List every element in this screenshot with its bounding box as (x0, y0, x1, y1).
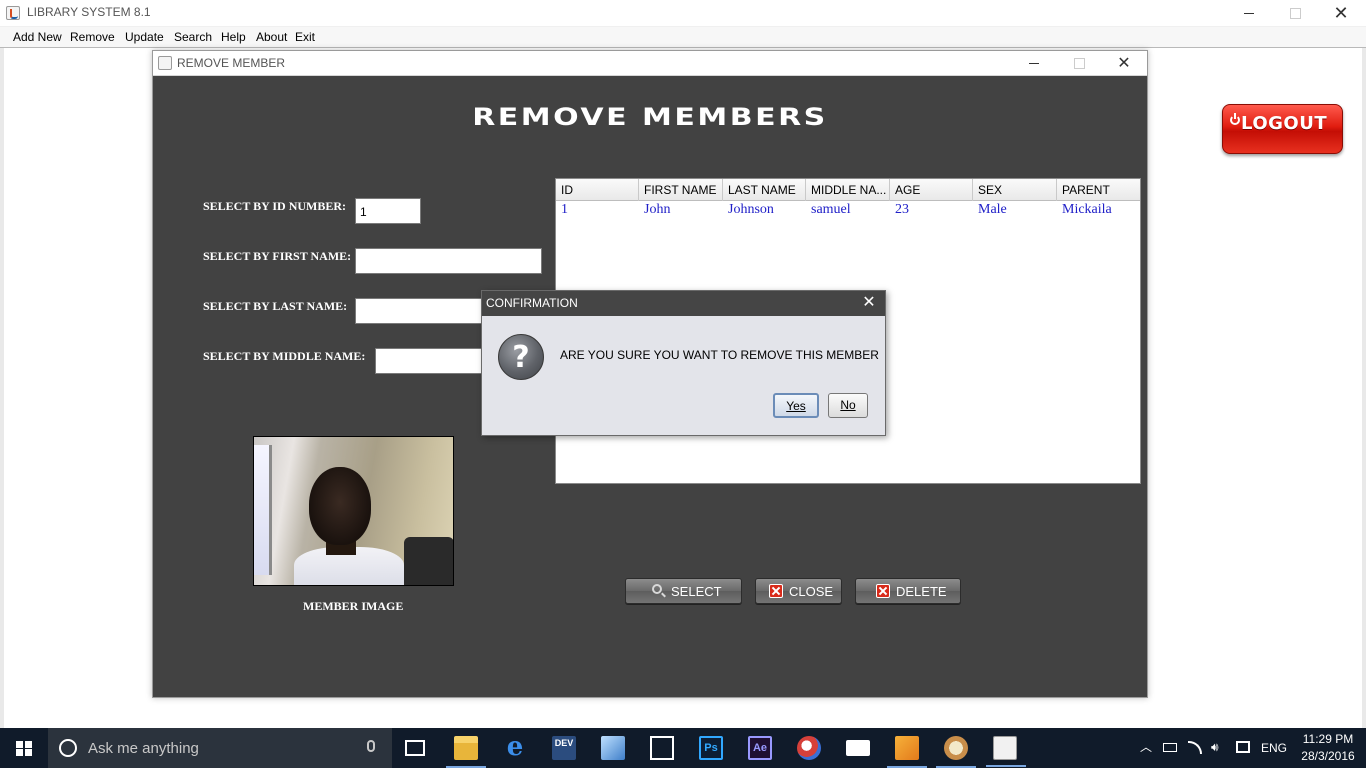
menu-exit[interactable]: Exit (295, 30, 315, 44)
menu-update[interactable]: Update (125, 30, 164, 44)
member-photo (253, 436, 454, 586)
column-header-middle-name[interactable]: MIDDLE NA... (806, 179, 890, 201)
column-header-parent[interactable]: PARENT (1057, 179, 1140, 201)
first-name-input[interactable] (355, 248, 542, 274)
virtualbox-icon[interactable] (601, 736, 625, 760)
member-image-label: MEMBER IMAGE (303, 599, 404, 613)
question-icon: ? (498, 334, 544, 380)
wifi-icon[interactable] (1188, 741, 1202, 754)
last-name-label: SELECT BY LAST NAME: (203, 299, 348, 313)
store-icon[interactable] (650, 736, 674, 760)
volume-icon[interactable]: 🔊︎ (1211, 741, 1225, 754)
dialog-message: ARE YOU SURE YOU WANT TO REMOVE THIS MEM… (560, 348, 879, 362)
microphone-icon[interactable] (367, 740, 375, 752)
minimize-button[interactable] (1011, 51, 1057, 76)
menu-about[interactable]: About (256, 30, 287, 44)
no-button[interactable]: No (828, 393, 868, 418)
id-number-input[interactable]: 1 (355, 198, 421, 224)
battery-icon[interactable] (1163, 743, 1177, 752)
dialog-close-button[interactable]: ✕ (859, 293, 879, 313)
delete-button[interactable]: DELETE (855, 578, 961, 604)
id-number-label: SELECT BY ID NUMBER: (203, 199, 347, 213)
cell-sex[interactable]: Male (973, 202, 1012, 220)
java-icon[interactable] (986, 736, 1026, 767)
clock-date[interactable]: 28/3/2016 (1300, 749, 1356, 763)
column-header-sex[interactable]: SEX (973, 179, 1057, 201)
cortana-search-box[interactable]: Ask me anything (48, 728, 392, 768)
taskbar: Ask me anything e DEV Ps Ae ︿ 🔊︎ ENG 11:… (0, 728, 1366, 768)
cell-last-name[interactable]: Johnson (723, 202, 779, 220)
yes-button[interactable]: Yes (773, 393, 819, 418)
task-view-icon[interactable] (405, 740, 425, 756)
clock-time[interactable]: 11:29 PM (1300, 732, 1356, 746)
cell-first-name[interactable]: John (639, 202, 675, 220)
cell-age[interactable]: 23 (890, 202, 914, 220)
java-app-icon (158, 56, 172, 70)
mail-icon[interactable] (846, 740, 870, 756)
close-window-button[interactable]: ✕ (1101, 51, 1147, 76)
column-header-first-name[interactable]: FIRST NAME (639, 179, 723, 201)
close-button[interactable]: CLOSE (755, 578, 842, 604)
confirmation-dialog: CONFIRMATION ✕ ? ARE YOU SURE YOU WANT T… (481, 290, 886, 436)
minimize-button[interactable] (1226, 0, 1272, 27)
edge-icon[interactable]: e (503, 734, 527, 760)
search-icon (652, 584, 662, 594)
photoshop-icon[interactable]: Ps (699, 736, 723, 760)
media-player-icon[interactable] (887, 736, 927, 768)
browser-icon[interactable] (797, 736, 821, 760)
input-language[interactable]: ENG (1261, 741, 1287, 755)
cell-parent[interactable]: Mickaila (1057, 202, 1117, 220)
cell-middle-name[interactable]: samuel (806, 202, 856, 220)
first-name-label: SELECT BY FIRST NAME: (203, 249, 352, 263)
window-titlebar: REMOVE MEMBER ✕ (153, 51, 1147, 76)
menu-bar: Add New Remove Update Search Help About … (0, 27, 1366, 48)
action-center-icon[interactable] (1236, 741, 1250, 753)
app-titlebar: LIBRARY SYSTEM 8.1 ✕ (0, 0, 1366, 27)
menu-remove[interactable]: Remove (70, 30, 115, 44)
java-app-icon (6, 6, 20, 20)
column-header-age[interactable]: AGE (890, 179, 973, 201)
close-window-button[interactable]: ✕ (1318, 0, 1364, 27)
dialog-titlebar: CONFIRMATION ✕ (482, 291, 885, 316)
window-title: REMOVE MEMBER (177, 56, 286, 70)
page-title: REMOVE MEMBERS (472, 103, 828, 131)
close-icon (769, 584, 783, 598)
maximize-button[interactable] (1056, 51, 1102, 76)
delete-icon (876, 584, 890, 598)
menu-add-new[interactable]: Add New (13, 30, 62, 44)
cell-id[interactable]: 1 (556, 202, 573, 220)
menu-help[interactable]: Help (221, 30, 246, 44)
middle-name-label: SELECT BY MIDDLE NAME: (203, 349, 366, 363)
column-header-last-name[interactable]: LAST NAME (723, 179, 806, 201)
app-title: LIBRARY SYSTEM 8.1 (27, 5, 151, 19)
start-button[interactable] (0, 728, 48, 768)
dev-cpp-icon[interactable]: DEV (552, 736, 576, 760)
maximize-button[interactable] (1272, 0, 1318, 27)
select-button[interactable]: SELECT (625, 578, 742, 604)
dialog-title: CONFIRMATION (486, 296, 578, 310)
table-header: ID FIRST NAME LAST NAME MIDDLE NA... AGE… (556, 179, 1140, 201)
search-placeholder: Ask me anything (88, 740, 199, 757)
paint-icon[interactable] (936, 736, 976, 768)
cortana-icon (59, 739, 77, 757)
windows-logo-icon (16, 741, 32, 756)
after-effects-icon[interactable]: Ae (748, 736, 772, 760)
show-hidden-icons-chevron-icon[interactable]: ︿ (1140, 741, 1154, 754)
file-explorer-icon[interactable] (446, 736, 486, 768)
menu-search[interactable]: Search (174, 30, 212, 44)
column-header-id[interactable]: ID (556, 179, 639, 201)
